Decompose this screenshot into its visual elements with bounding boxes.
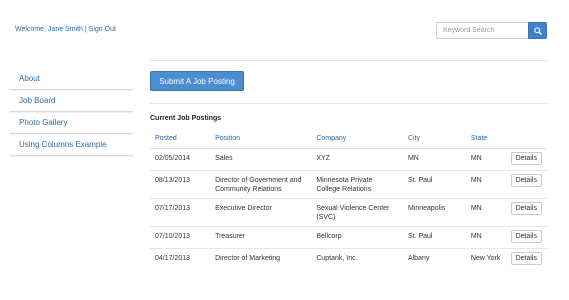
table-row: 08/13/2013 Director of Government and Co… <box>150 170 547 199</box>
cell-position: Director of Government and Community Rel… <box>210 170 312 199</box>
cell-posted: 07/10/2013 <box>150 226 211 249</box>
cell-posted-text: 07/17/2013 <box>155 205 191 212</box>
details-button[interactable]: Details <box>510 252 542 265</box>
sidebar-item-using-columns-example[interactable]: Using Columns Example <box>10 134 133 156</box>
cell-action: Details <box>505 226 547 249</box>
sidebar-item-photo-gallery[interactable]: Photo Gallery <box>10 112 133 134</box>
cell-position-text: Executive Director <box>215 205 272 212</box>
cell-posted: 07/17/2013 <box>150 198 211 227</box>
search-form <box>436 22 547 39</box>
details-button[interactable]: Details <box>510 202 542 215</box>
column-header-city[interactable]: City <box>402 128 466 149</box>
cell-posted-text: 08/13/2013 <box>155 177 191 184</box>
column-header-state[interactable]: State <box>465 128 506 149</box>
cell-state-text: MN <box>470 155 482 162</box>
cell-posted: 08/13/2013 <box>150 170 211 199</box>
cell-position-text: Director of Government and Community Rel… <box>215 177 302 193</box>
cell-city-text: Minneapolis <box>407 205 446 212</box>
cell-state: MN <box>465 170 506 199</box>
sign-out-link[interactable]: Sign Out <box>89 26 116 33</box>
welcome-separator: | <box>84 26 87 33</box>
cell-position: Sales <box>210 148 312 171</box>
cell-company-text: Sexual Violence Center (SVC) <box>316 205 390 221</box>
search-icon <box>533 26 542 35</box>
sidebar-item-job-board[interactable]: Job Board <box>10 90 133 112</box>
cell-posted-text: 04/17/2013 <box>155 255 191 262</box>
cell-position: Executive Director <box>210 198 312 227</box>
cell-company-text: Cuptank, Inc. <box>316 255 358 262</box>
cell-company-text: Bellcorp <box>316 233 342 240</box>
table-row: 07/10/2013 Treasurer Bellcorp St. Paul M… <box>150 226 547 249</box>
table-header-row: Posted Position Company City State <box>150 128 547 149</box>
cell-state-text: MN <box>470 177 482 184</box>
cell-action: Details <box>505 198 547 227</box>
cell-city: Minneapolis <box>402 198 466 227</box>
cell-state-text: New York <box>470 255 501 262</box>
column-header-action <box>505 128 547 149</box>
cell-action: Details <box>505 170 547 199</box>
column-header-posted[interactable]: Posted <box>150 128 211 149</box>
cell-city: MN <box>402 148 466 171</box>
cell-state-text: MN <box>470 233 482 240</box>
cell-action: Details <box>505 248 547 276</box>
submit-job-posting-button[interactable]: Submit A Job Posting <box>150 71 244 91</box>
table-row: 04/17/2013 Director of Marketing Cuptank… <box>150 248 547 276</box>
cell-position-text: Director of Marketing <box>215 255 281 262</box>
cell-company-text: XYZ <box>316 155 330 162</box>
cell-state: MN <box>465 226 506 249</box>
cell-posted: 02/05/2014 <box>150 148 211 171</box>
table-row: 07/17/2013 Executive Director Sexual Vio… <box>150 198 547 227</box>
header-divider <box>150 60 547 61</box>
welcome-bar: Welcome, Jane Smith | Sign Out <box>15 26 116 33</box>
cell-position: Treasurer <box>210 226 312 249</box>
cell-posted-text: 07/10/2013 <box>155 233 191 240</box>
cell-state: MN <box>465 148 506 171</box>
cell-city: St. Paul <box>402 226 466 249</box>
cell-city-text: St. Paul <box>407 233 433 240</box>
cell-city: St. Paul <box>402 170 466 199</box>
cell-position-text: Treasurer <box>215 233 246 240</box>
table-row: 02/05/2014 Sales XYZ MN MN Details <box>150 148 547 171</box>
sidebar-item-about[interactable]: About <box>10 68 133 90</box>
cell-state: New York <box>465 248 506 276</box>
column-header-position[interactable]: Position <box>210 128 312 149</box>
cell-company: Sexual Violence Center (SVC) <box>311 198 403 227</box>
section-title: Current Job Postings <box>150 115 222 122</box>
sidebar-nav: About Job Board Photo Gallery Using Colu… <box>10 68 133 156</box>
search-button[interactable] <box>528 22 547 39</box>
cell-company: Minnesota Private College Relations <box>311 170 403 199</box>
search-input[interactable] <box>436 22 528 39</box>
cell-city-text: St. Paul <box>407 177 433 184</box>
details-button[interactable]: Details <box>510 230 542 243</box>
cell-city-text: MN <box>407 155 419 162</box>
cell-city-text: Albany <box>407 255 430 262</box>
details-button[interactable]: Details <box>510 174 542 187</box>
cell-position: Director of Marketing <box>210 248 312 276</box>
column-header-company[interactable]: Company <box>311 128 403 149</box>
cell-city: Albany <box>402 248 466 276</box>
cell-action: Details <box>505 148 547 171</box>
cell-company: Cuptank, Inc. <box>311 248 403 276</box>
cell-company: Bellcorp <box>311 226 403 249</box>
details-button[interactable]: Details <box>510 152 542 165</box>
content-divider <box>150 103 547 104</box>
cell-company: XYZ <box>311 148 403 171</box>
welcome-text: Welcome, Jane Smith <box>15 26 83 33</box>
cell-company-text: Minnesota Private College Relations <box>316 177 373 193</box>
cell-posted-text: 02/05/2014 <box>155 155 191 162</box>
cell-posted: 04/17/2013 <box>150 248 211 276</box>
cell-state-text: MN <box>470 205 482 212</box>
job-postings-table: Posted Position Company City State 02/05… <box>150 128 547 276</box>
cell-state: MN <box>465 198 506 227</box>
cell-position-text: Sales <box>215 155 233 162</box>
